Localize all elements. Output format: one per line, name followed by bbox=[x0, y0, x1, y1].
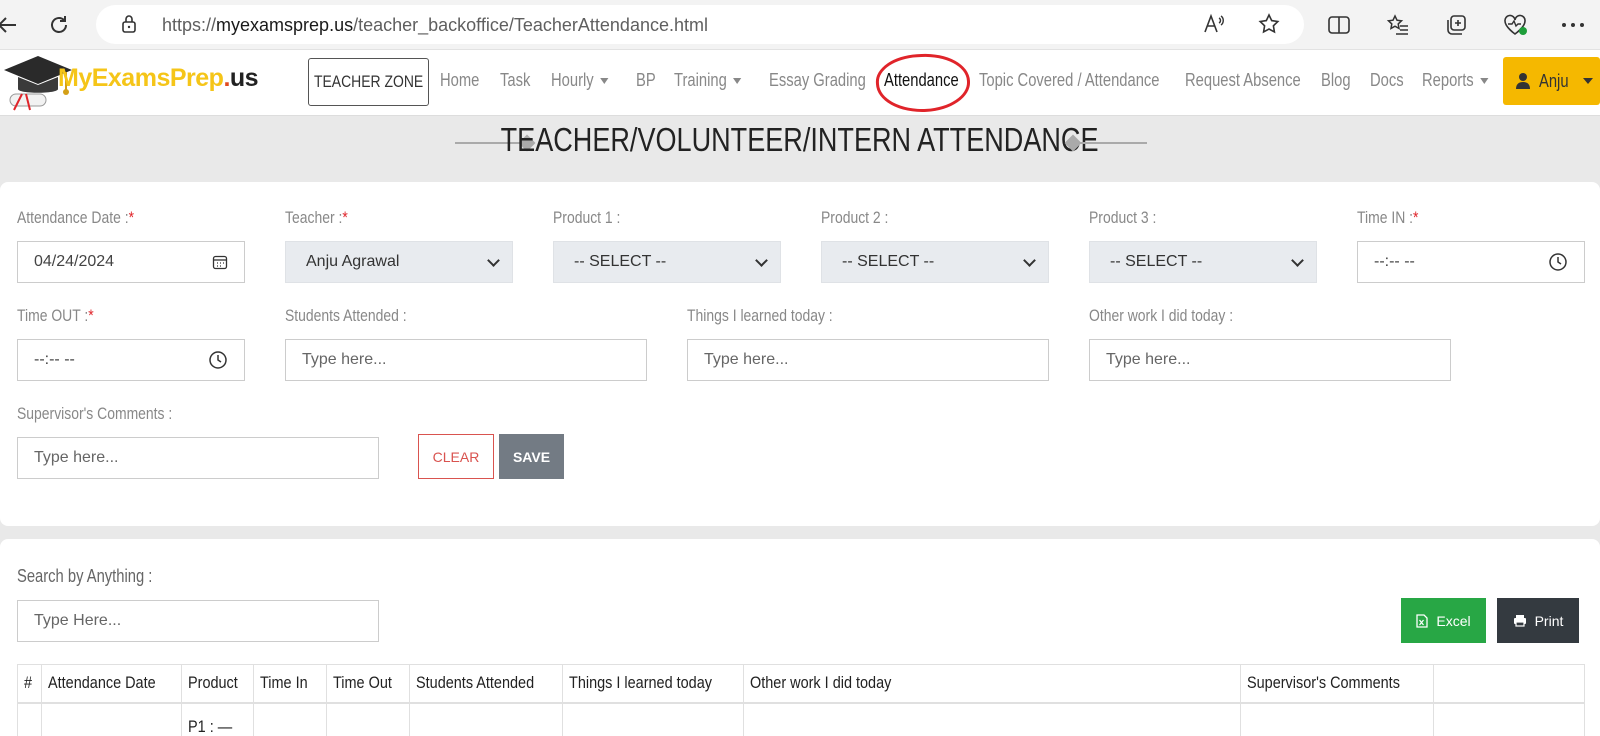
column-header[interactable]: # bbox=[17, 664, 42, 704]
chevron-down-icon bbox=[755, 254, 768, 267]
nav-training[interactable]: Training bbox=[674, 70, 742, 91]
table-header-row: # Attendance Date Product Time In Time O… bbox=[17, 664, 1586, 704]
students-attended-label: Students Attended : bbox=[285, 306, 407, 325]
clock-icon[interactable] bbox=[208, 350, 228, 370]
chevron-down-icon bbox=[733, 78, 742, 85]
url-text: https://myexamsprep.us/teacher_backoffic… bbox=[162, 15, 708, 35]
collections-icon[interactable] bbox=[1441, 10, 1471, 40]
column-header[interactable]: Students Attended bbox=[408, 664, 563, 704]
nav-essay-grading[interactable]: Essay Grading bbox=[769, 70, 866, 91]
user-icon bbox=[1516, 73, 1530, 89]
column-header[interactable]: Things I learned today bbox=[561, 664, 744, 704]
nav-task[interactable]: Task bbox=[500, 70, 530, 91]
excel-export-button[interactable]: Excel bbox=[1401, 598, 1486, 643]
column-header[interactable]: Supervisor's Comments bbox=[1239, 664, 1434, 704]
column-header[interactable]: Time Out bbox=[325, 664, 410, 704]
product1-label: Product 1 : bbox=[553, 208, 621, 227]
nav-hourly[interactable]: Hourly bbox=[551, 70, 609, 91]
table-row: P1 : — bbox=[17, 702, 1586, 736]
address-bar[interactable]: https://myexamsprep.us/teacher_backoffic… bbox=[96, 5, 1304, 44]
product2-label: Product 2 : bbox=[821, 208, 889, 227]
time-in-label: Time IN :* bbox=[1357, 208, 1419, 227]
print-button[interactable]: Print bbox=[1497, 598, 1579, 643]
attendance-table: # Attendance Date Product Time In Time O… bbox=[17, 664, 1586, 736]
teacher-select[interactable]: Anju Agrawal bbox=[285, 241, 513, 283]
chevron-down-icon bbox=[487, 254, 500, 267]
browser-toolbar: https://myexamsprep.us/teacher_backoffic… bbox=[0, 0, 1600, 50]
attendance-date-input[interactable]: 04/24/2024 bbox=[17, 241, 245, 283]
things-learned-label: Things I learned today : bbox=[687, 306, 833, 325]
title-divider-right bbox=[1073, 142, 1147, 144]
things-learned-input[interactable]: Type here... bbox=[687, 339, 1049, 381]
time-out-input[interactable]: --:-- -- bbox=[17, 339, 245, 381]
nav-docs[interactable]: Docs bbox=[1370, 70, 1404, 91]
time-in-input[interactable]: --:-- -- bbox=[1357, 241, 1585, 283]
lock-icon[interactable] bbox=[114, 9, 144, 39]
user-menu-button[interactable]: Anju bbox=[1503, 57, 1600, 105]
supervisor-comments-label: Supervisor's Comments : bbox=[17, 404, 173, 423]
chevron-down-icon bbox=[1291, 254, 1304, 267]
nav-blog[interactable]: Blog bbox=[1321, 70, 1351, 91]
calendar-icon[interactable] bbox=[212, 254, 228, 270]
table-cell bbox=[561, 702, 744, 736]
table-cell bbox=[742, 702, 1241, 736]
read-aloud-icon[interactable] bbox=[1199, 9, 1229, 39]
nav-reports[interactable]: Reports bbox=[1422, 70, 1489, 91]
table-cell bbox=[17, 702, 42, 736]
product1-select[interactable]: -- SELECT -- bbox=[553, 241, 781, 283]
back-arrow-icon[interactable] bbox=[0, 10, 22, 40]
table-cell bbox=[41, 702, 182, 736]
time-out-label: Time OUT :* bbox=[17, 306, 94, 325]
chevron-down-icon bbox=[1480, 78, 1489, 85]
clock-icon[interactable] bbox=[1548, 252, 1568, 272]
column-header[interactable]: Attendance Date bbox=[41, 664, 182, 704]
save-button[interactable]: SAVE bbox=[499, 434, 564, 479]
table-cell bbox=[408, 702, 563, 736]
site-navbar: MyExamsPrep.us TEACHER ZONE Home Task Ho… bbox=[0, 50, 1600, 116]
excel-file-icon bbox=[1416, 613, 1429, 628]
column-header bbox=[1432, 664, 1586, 704]
chevron-down-icon bbox=[600, 78, 609, 85]
chevron-down-icon bbox=[1023, 254, 1036, 267]
column-header[interactable]: Other work I did today bbox=[742, 664, 1241, 704]
table-cell bbox=[325, 702, 410, 736]
product2-select[interactable]: -- SELECT -- bbox=[821, 241, 1049, 283]
table-cell bbox=[1239, 702, 1434, 736]
product3-label: Product 3 : bbox=[1089, 208, 1157, 227]
other-work-label: Other work I did today : bbox=[1089, 306, 1234, 325]
nav-bp[interactable]: BP bbox=[636, 70, 656, 91]
nav-request-absence[interactable]: Request Absence bbox=[1185, 70, 1301, 91]
search-input[interactable]: Type Here... bbox=[17, 600, 379, 642]
browser-essentials-icon[interactable] bbox=[1500, 10, 1530, 40]
teacher-label: Teacher :* bbox=[285, 208, 348, 227]
students-attended-input[interactable]: Type here... bbox=[285, 339, 647, 381]
clear-button[interactable]: CLEAR bbox=[418, 434, 494, 479]
table-cell bbox=[252, 702, 327, 736]
favorites-list-icon[interactable] bbox=[1383, 10, 1413, 40]
column-header[interactable]: Time In bbox=[252, 664, 327, 704]
nav-home[interactable]: Home bbox=[440, 70, 479, 91]
teacher-zone-button[interactable]: TEACHER ZONE bbox=[308, 58, 429, 106]
refresh-icon[interactable] bbox=[44, 10, 74, 40]
table-cell bbox=[1432, 702, 1586, 736]
printer-icon bbox=[1513, 615, 1526, 627]
supervisor-comments-input[interactable]: Type here... bbox=[17, 437, 379, 479]
chevron-down-icon bbox=[1583, 78, 1594, 84]
table-cell: P1 : — bbox=[180, 702, 254, 736]
column-header[interactable]: Product bbox=[180, 664, 254, 704]
product3-select[interactable]: -- SELECT -- bbox=[1089, 241, 1317, 283]
attendance-date-label: Attendance Date :* bbox=[17, 208, 135, 227]
site-logo[interactable]: MyExamsPrep.us bbox=[0, 50, 259, 116]
other-work-input[interactable]: Type here... bbox=[1089, 339, 1451, 381]
nav-topic-covered[interactable]: Topic Covered / Attendance bbox=[979, 70, 1160, 91]
logo-wordmark: MyExamsPrep.us bbox=[58, 64, 259, 92]
more-menu-icon[interactable] bbox=[1558, 10, 1588, 40]
search-label: Search by Anything : bbox=[17, 566, 153, 586]
page-title: TEACHER/VOLUNTEER/INTERN ATTENDANCE bbox=[501, 121, 1099, 158]
split-screen-icon[interactable] bbox=[1324, 10, 1354, 40]
favorite-star-icon[interactable] bbox=[1254, 9, 1284, 39]
